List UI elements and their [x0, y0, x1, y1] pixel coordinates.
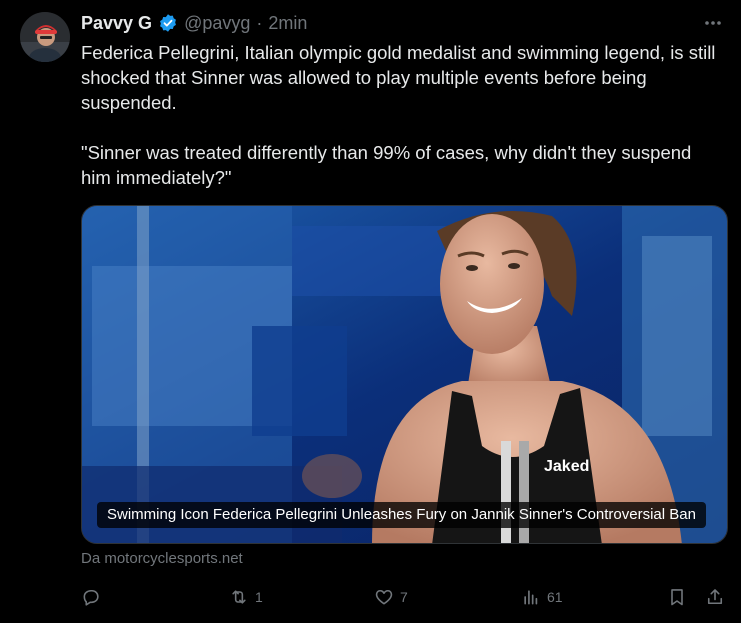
- tweet: Pavvy G @pavyg · 2min Federica Pellegrin…: [0, 0, 741, 623]
- card-source[interactable]: Da motorcyclesports.net: [81, 550, 243, 567]
- reply-icon: [83, 589, 99, 606]
- author-handle[interactable]: @pavyg: [184, 13, 250, 34]
- verified-badge-icon: [158, 13, 178, 33]
- avatar[interactable]: [20, 12, 70, 62]
- share-button[interactable]: [705, 585, 725, 609]
- card-image: Jaked: [82, 206, 727, 543]
- swimsuit-brand: Jaked: [544, 458, 589, 475]
- retweet-icon: [232, 590, 246, 604]
- action-bar: 1 7 61: [81, 585, 727, 609]
- retweet-count: 1: [255, 589, 263, 605]
- tweet-paragraph: Federica Pellegrini, Italian olympic gol…: [81, 42, 716, 113]
- views-button[interactable]: 61: [521, 585, 563, 609]
- retweet-button[interactable]: 1: [229, 585, 263, 609]
- more-options-icon[interactable]: [701, 12, 725, 34]
- heart-icon: [375, 589, 393, 605]
- tweet-header: Pavvy G @pavyg · 2min: [81, 12, 307, 34]
- tweet-paragraph: "Sinner was treated differently than 99%…: [81, 142, 692, 188]
- card-title[interactable]: Swimming Icon Federica Pellegrini Unleas…: [97, 502, 706, 528]
- author-name[interactable]: Pavvy G: [81, 13, 152, 34]
- bookmark-icon: [671, 589, 683, 606]
- tweet-text: Federica Pellegrini, Italian olympic gol…: [81, 40, 726, 215]
- header-separator: ·: [256, 12, 263, 33]
- views-count: 61: [547, 589, 563, 605]
- share-icon: [707, 589, 723, 605]
- reply-button[interactable]: [81, 585, 101, 609]
- views-icon: [524, 590, 538, 605]
- like-button[interactable]: 7: [374, 585, 408, 609]
- bookmark-button[interactable]: [667, 585, 687, 609]
- link-card[interactable]: Jaked Swimming Icon Federica Pellegrini …: [81, 205, 728, 544]
- tweet-timestamp[interactable]: 2min: [268, 13, 307, 34]
- like-count: 7: [400, 589, 408, 605]
